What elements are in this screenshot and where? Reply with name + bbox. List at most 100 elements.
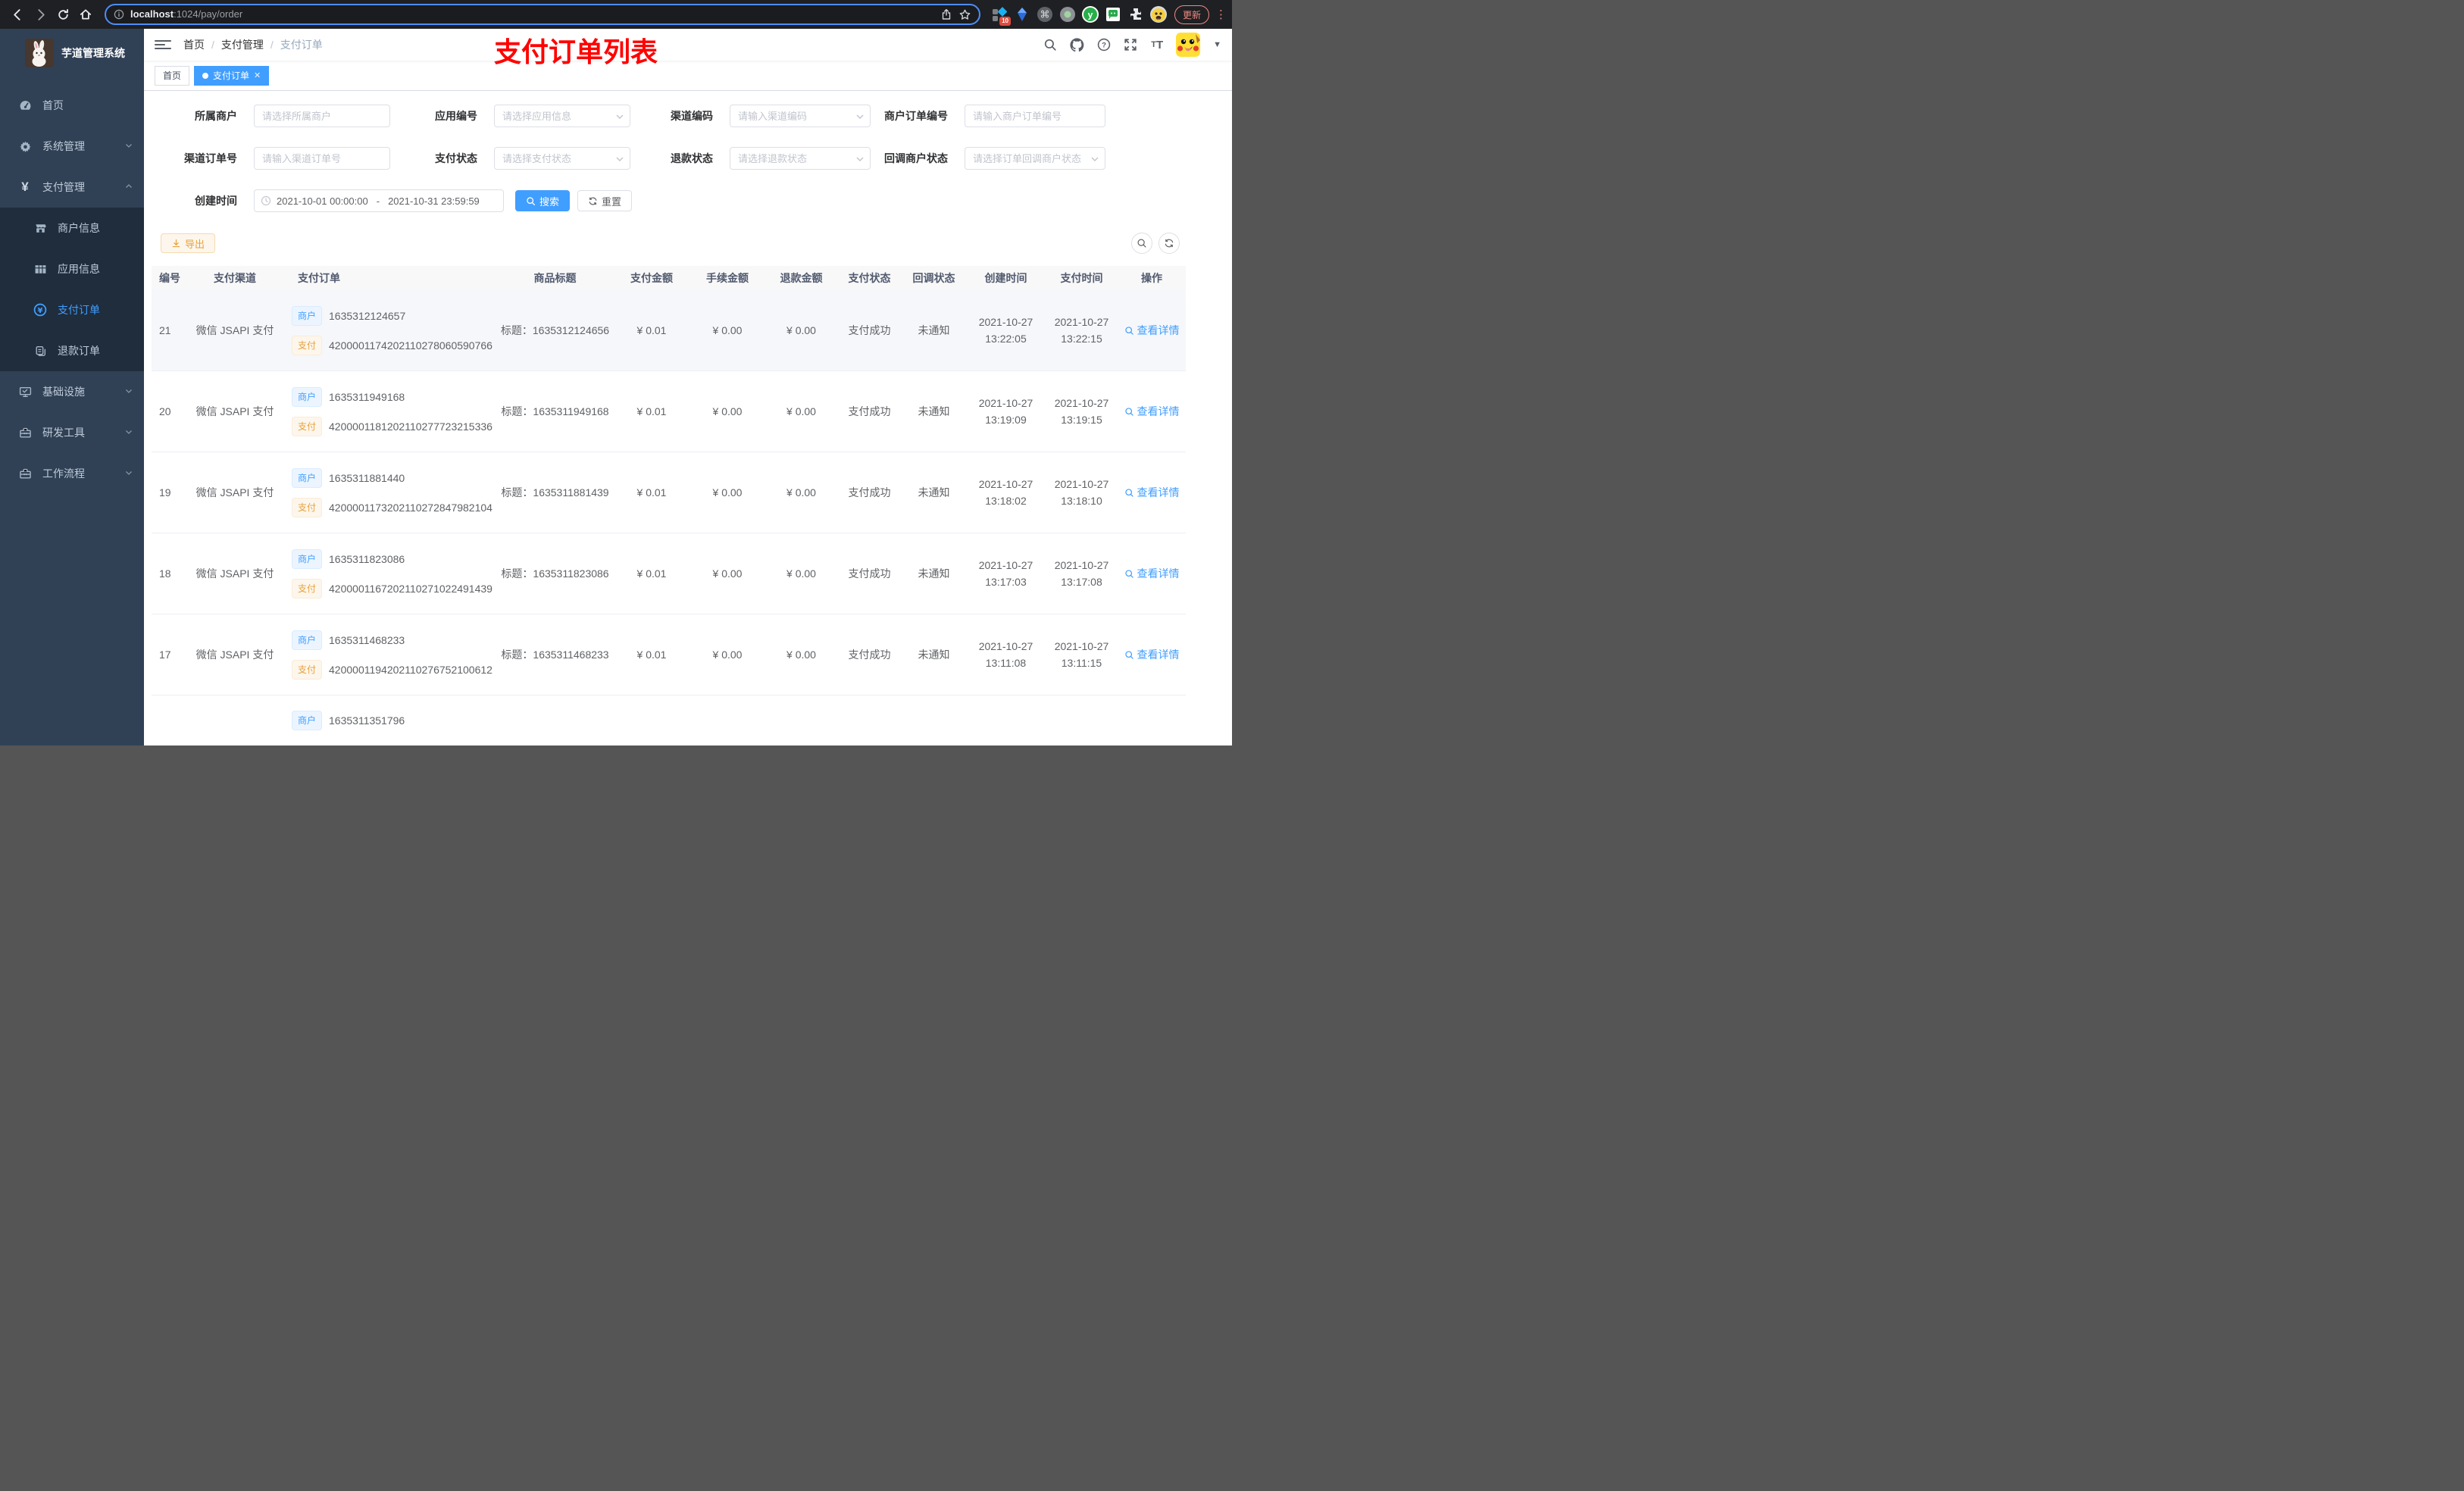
tab-home[interactable]: 首页 xyxy=(155,65,190,86)
close-icon[interactable]: ✕ xyxy=(254,70,261,80)
merchant-tag: 商户 xyxy=(292,549,323,569)
cell-fee: ¥ 0.00 xyxy=(712,486,743,499)
show-search-toggle-button[interactable] xyxy=(1131,233,1152,254)
pay-status-select[interactable] xyxy=(494,147,630,170)
cell-callback-status: 未通知 xyxy=(918,486,950,499)
breadcrumb-home[interactable]: 首页 xyxy=(183,37,205,52)
channel-order-line: 支付 4200001174202110278060590766 xyxy=(292,335,492,355)
app-select[interactable] xyxy=(494,105,630,127)
chat-extension-icon[interactable] xyxy=(1103,5,1123,24)
view-detail-link[interactable]: 查看详情 xyxy=(1124,323,1180,338)
breadcrumb-separator: / xyxy=(211,39,214,51)
filter-label: 渠道订单号 xyxy=(184,152,237,164)
help-icon[interactable]: ? xyxy=(1097,38,1111,52)
sidebar-item-pay[interactable]: ¥ 支付管理 xyxy=(0,167,144,208)
reload-icon[interactable] xyxy=(53,5,73,24)
cell-pay-channel: 微信 JSAPI 支付 xyxy=(195,567,274,580)
search-icon xyxy=(1124,407,1134,416)
back-icon[interactable] xyxy=(8,5,27,24)
sidebar-item-merchant-info[interactable]: 商户信息 xyxy=(0,208,144,248)
filter-label: 所属商户 xyxy=(195,110,237,122)
cell-fee: ¥ 0.00 xyxy=(712,405,743,417)
command-extension-icon[interactable]: ⌘ xyxy=(1035,5,1055,24)
avatar[interactable] xyxy=(1176,33,1201,57)
recorder-extension-icon[interactable] xyxy=(1058,5,1077,24)
emoji-extension-icon[interactable] xyxy=(1149,5,1168,24)
cell-amount: ¥ 0.01 xyxy=(636,486,667,499)
sidebar-item-home[interactable]: 首页 xyxy=(0,85,144,126)
svg-text:¥: ¥ xyxy=(37,307,42,315)
extensions-puzzle-icon[interactable] xyxy=(1126,5,1146,24)
cell-pay-order: 商户 1635311823086 支付 42000011672021102710… xyxy=(284,533,496,614)
channel-code-select[interactable] xyxy=(730,105,871,127)
channel-order-line: 支付 4200001167202110271022491439 xyxy=(292,578,492,599)
search-button[interactable]: 搜索 xyxy=(515,190,571,211)
view-detail-link[interactable]: 查看详情 xyxy=(1124,566,1180,581)
download-icon xyxy=(172,239,180,247)
sidebar-item-infra[interactable]: 基础设施 xyxy=(0,371,144,412)
font-size-icon[interactable]: TT xyxy=(1150,39,1163,52)
merchant-order-no-input[interactable] xyxy=(965,105,1105,127)
cell-pay-time: 2021-10-27 13:19:15 xyxy=(1054,397,1109,426)
channel-order-no: 4200001194202110276752100612 xyxy=(329,663,492,676)
app-logo-row: 芋道管理系统 xyxy=(0,35,144,71)
breadcrumb: 首页 / 支付管理 / 支付订单 xyxy=(183,37,323,52)
filter-form: 所属商户 应用编号 渠道编码 商户订单编号 渠道订单号 支付状态 xyxy=(169,91,1232,222)
cell-create-time: 2021-10-27 13:18:02 xyxy=(978,478,1033,507)
pay-tag: 支付 xyxy=(292,659,323,680)
sidebar-item-workflow[interactable]: 工作流程 xyxy=(0,453,144,494)
view-detail-link[interactable]: 查看详情 xyxy=(1124,647,1180,662)
refresh-table-button[interactable] xyxy=(1159,233,1180,254)
tab-pay-order[interactable]: 支付订单 ✕ xyxy=(194,65,270,86)
cell-pay-time: 2021-10-27 13:22:15 xyxy=(1054,316,1109,345)
sidebar-item-pay-order[interactable]: ¥ 支付订单 xyxy=(0,289,144,330)
merchant-order-line: 商户 1635311351796 xyxy=(292,711,405,730)
refund-status-select[interactable] xyxy=(730,147,871,170)
browser-update-button[interactable]: 更新 xyxy=(1174,5,1209,24)
avatar-caret-icon[interactable]: ▼ xyxy=(1213,40,1221,49)
cell-pay-time: 2021-10-27 13:11:15 xyxy=(1054,640,1109,669)
cell-title: 标题：1635312124656 xyxy=(500,324,610,336)
cell-actions: 查看详情 xyxy=(1118,290,1186,370)
sidebar-item-devtools[interactable]: 研发工具 xyxy=(0,412,144,453)
share-icon[interactable] xyxy=(940,8,952,20)
app-topbar: 首页 / 支付管理 / 支付订单 支付订单列表 ? TT ▼ xyxy=(144,29,1232,67)
col-pay-channel: 支付渠道 xyxy=(214,272,256,284)
cell-amount: ¥ 0.01 xyxy=(636,324,667,336)
col-pay-time: 支付时间 xyxy=(1060,272,1103,284)
create-time-range-picker[interactable]: 2021-10-01 00:00:00 - 2021-10-31 23:59:5… xyxy=(254,189,504,212)
svg-text:y: y xyxy=(1088,10,1093,20)
view-detail-link[interactable]: 查看详情 xyxy=(1124,485,1180,500)
y-extension-icon[interactable]: y xyxy=(1080,5,1100,24)
sketch-extension-icon[interactable] xyxy=(1012,5,1032,24)
refresh-icon xyxy=(589,197,597,205)
channel-order-no-input[interactable] xyxy=(254,147,390,170)
sidebar-item-app-info[interactable]: 应用信息 xyxy=(0,248,144,289)
reset-button[interactable]: 重置 xyxy=(577,190,633,211)
export-button[interactable]: 导出 xyxy=(161,233,216,253)
channel-order-line: 支付 4200001173202110272847982104 xyxy=(292,497,492,517)
sidebar-item-refund-order[interactable]: 退款订单 xyxy=(0,330,144,371)
merchant-input[interactable] xyxy=(254,105,390,127)
pay-tag: 支付 xyxy=(292,416,323,436)
channel-order-line: 支付 4200001194202110276752100612 xyxy=(292,659,492,680)
bookmark-star-icon[interactable] xyxy=(958,8,971,21)
chevron-up-icon xyxy=(124,181,133,193)
table-row: 21 微信 JSAPI 支付 商户 1635312124657 支付 42000… xyxy=(152,290,1186,371)
browser-menu-icon[interactable]: ⋮ xyxy=(1215,8,1227,21)
forward-icon[interactable] xyxy=(30,5,50,24)
fullscreen-icon[interactable] xyxy=(1124,38,1137,52)
sidebar-item-system[interactable]: 系统管理 xyxy=(0,126,144,167)
extension-pin-icon[interactable]: 10 xyxy=(990,5,1011,26)
home-icon[interactable] xyxy=(76,5,95,24)
header-search-icon[interactable] xyxy=(1043,38,1057,52)
url-bar[interactable]: localhost:1024/pay/order xyxy=(105,4,980,25)
sidebar-fold-icon[interactable] xyxy=(155,36,171,53)
view-detail-link[interactable]: 查看详情 xyxy=(1124,404,1180,419)
filter-label: 回调商户状态 xyxy=(884,152,948,164)
sidebar-item-label: 支付订单 xyxy=(58,304,100,316)
channel-order-line: 支付 4200001181202110277723215336 xyxy=(292,416,492,436)
callback-status-select[interactable] xyxy=(965,147,1105,170)
breadcrumb-pay[interactable]: 支付管理 xyxy=(221,37,264,52)
github-icon[interactable] xyxy=(1070,37,1084,52)
